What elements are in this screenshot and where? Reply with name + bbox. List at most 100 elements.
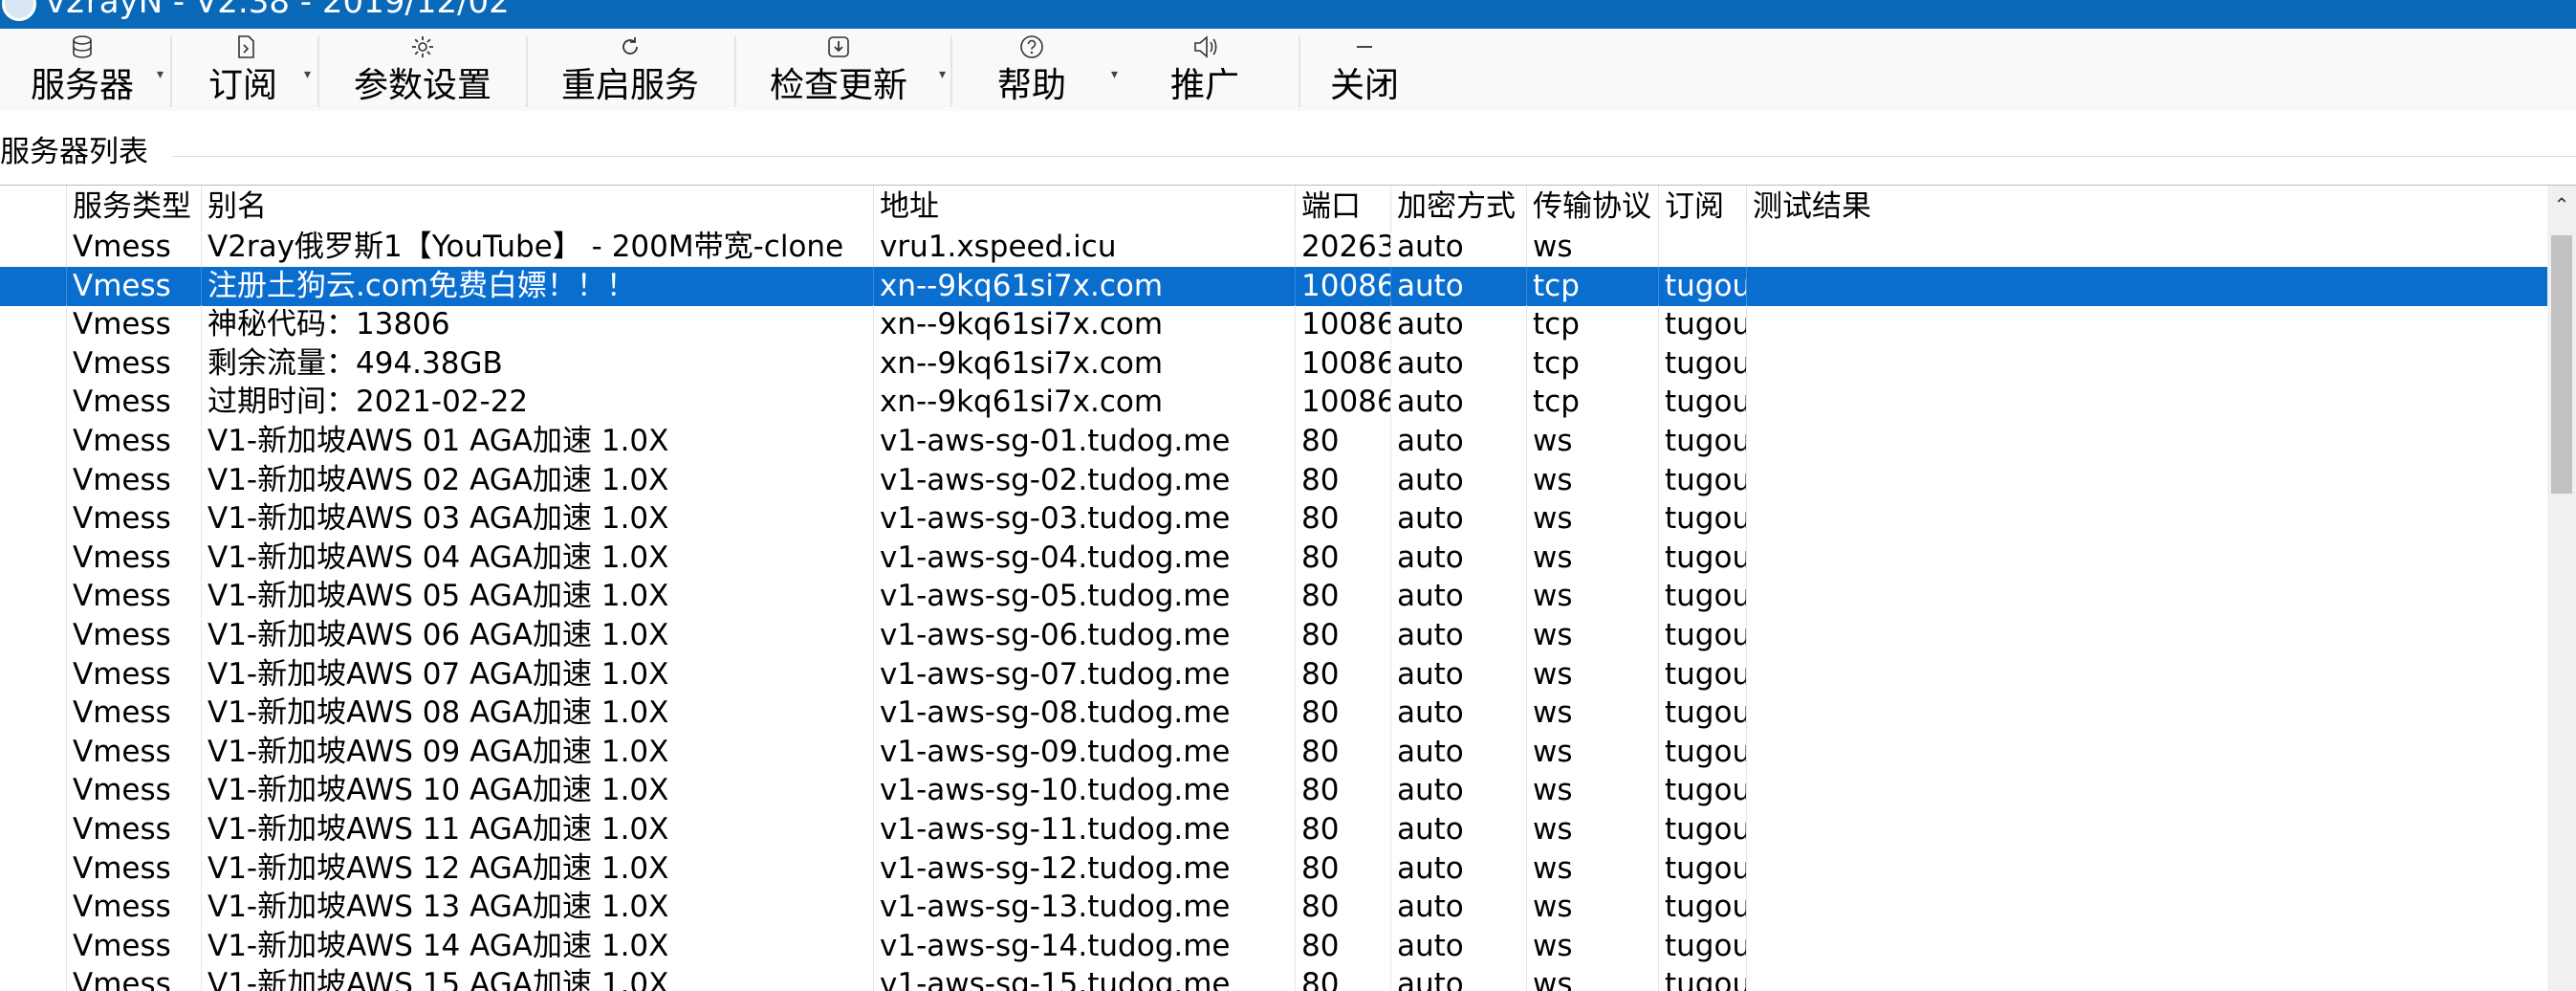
chevron-down-icon: ▾ xyxy=(1111,67,1119,82)
cell-transport: ws xyxy=(1527,499,1659,540)
cell-type: Vmess xyxy=(67,383,202,423)
cell-alias: V1-新加坡AWS 01 AGA加速 1.0X xyxy=(202,422,874,461)
cell-type: Vmess xyxy=(67,228,202,267)
cell-test-result xyxy=(1747,733,2547,772)
cell-test-result xyxy=(1747,228,2547,267)
row-gutter xyxy=(0,343,67,384)
cell-type: Vmess xyxy=(67,305,202,345)
cell-transport: ws xyxy=(1527,771,1659,811)
table-row[interactable]: Vmess 剩余流量：494.38GB xn--9kq61si7x.com 10086… xyxy=(0,343,2547,384)
toolbar-help-button[interactable]: 帮助 ▾ xyxy=(954,29,1118,111)
table-row[interactable]: Vmess V1-新加坡AWS 08 AGA加速 1.0X v1-aws-sg-08… xyxy=(0,694,2547,734)
cell-transport: ws xyxy=(1527,654,1659,694)
column-header-transport[interactable]: 传输协议 xyxy=(1527,186,1659,228)
table-row[interactable]: Vmess 注册土狗云.com免费白嫖！！！ xn--9kq61si7x.com 10… xyxy=(0,266,2547,306)
scroll-up-arrow-icon[interactable]: ⌃ xyxy=(2547,186,2576,224)
toolbar-restart-button[interactable]: 重启服务 xyxy=(530,29,731,111)
cell-alias: V2ray俄罗斯1【YouTube】 - 200M带宽-clone xyxy=(202,228,874,267)
cell-type: Vmess xyxy=(67,888,202,928)
cell-alias: V1-新加坡AWS 02 AGA加速 1.0X xyxy=(202,460,874,500)
row-gutter xyxy=(0,771,67,811)
column-header-test-result[interactable]: 测试结果 xyxy=(1747,186,2547,228)
table-row[interactable]: Vmess V1-新加坡AWS 13 AGA加速 1.0X v1-aws-sg-13… xyxy=(0,888,2547,928)
cell-type: Vmess xyxy=(67,810,202,849)
toolbar-check-update-button[interactable]: 检查更新 ▾ xyxy=(738,29,946,111)
cell-port: 10086 xyxy=(1296,305,1391,345)
table-row[interactable]: Vmess V1-新加坡AWS 06 AGA加速 1.0X v1-aws-sg-06… xyxy=(0,616,2547,655)
toolbar-settings-button[interactable]: 参数设置 xyxy=(321,29,524,111)
column-header-address[interactable]: 地址 xyxy=(874,186,1296,228)
database-icon xyxy=(73,35,92,58)
table-row[interactable]: Vmess V1-新加坡AWS 15 AGA加速 1.0X v1-aws-sg-15… xyxy=(0,965,2547,991)
server-list[interactable]: 服务类型 别名 地址 端口 加密方式 传输协议 订阅 测试结果 Vmess V2r… xyxy=(0,185,2576,991)
table-row[interactable]: Vmess V1-新加坡AWS 09 AGA加速 1.0X v1-aws-sg-09… xyxy=(0,732,2547,772)
table-row[interactable]: Vmess V1-新加坡AWS 03 AGA加速 1.0X v1-aws-sg-03… xyxy=(0,499,2547,540)
cell-port: 20263 xyxy=(1296,228,1391,267)
toolbar-promote-button[interactable]: 推广 xyxy=(1119,29,1291,111)
cell-test-result xyxy=(1747,344,2547,384)
column-header-encryption[interactable]: 加密方式 xyxy=(1391,186,1527,228)
scrollbar-thumb[interactable] xyxy=(2551,235,2572,494)
table-row[interactable]: Vmess V1-新加坡AWS 10 AGA加速 1.0X v1-aws-sg-10… xyxy=(0,771,2547,811)
cell-encryption: auto xyxy=(1391,577,1527,617)
cell-subscription: tugou xyxy=(1659,694,1747,734)
table-row[interactable]: Vmess V1-新加坡AWS 02 AGA加速 1.0X v1-aws-sg-02… xyxy=(0,460,2547,500)
cell-type: Vmess xyxy=(67,771,202,811)
cell-subscription: tugou xyxy=(1659,499,1747,540)
cell-address: v1-aws-sg-15.tudog.me xyxy=(874,965,1296,991)
cell-port: 80 xyxy=(1296,848,1391,889)
minimize-icon xyxy=(1357,46,1372,48)
row-gutter xyxy=(0,848,67,889)
table-row[interactable]: Vmess V2ray俄罗斯1【YouTube】 - 200M带宽-clone vr… xyxy=(0,228,2547,267)
cell-encryption: auto xyxy=(1391,694,1527,734)
cell-test-result xyxy=(1747,539,2547,578)
row-gutter xyxy=(0,499,67,540)
table-row[interactable]: Vmess V1-新加坡AWS 14 AGA加速 1.0X v1-aws-sg-14… xyxy=(0,926,2547,966)
table-row[interactable]: Vmess V1-新加坡AWS 01 AGA加速 1.0X v1-aws-sg-01… xyxy=(0,422,2547,461)
cell-type: Vmess xyxy=(67,848,202,889)
toolbar-subscription-label: 订阅 xyxy=(207,66,277,105)
table-row[interactable]: Vmess V1-新加坡AWS 07 AGA加速 1.0X v1-aws-sg-07… xyxy=(0,654,2547,694)
cell-type: Vmess xyxy=(67,926,202,966)
cell-test-result xyxy=(1747,927,2547,966)
column-header-type[interactable]: 服务类型 xyxy=(67,186,202,228)
cell-port: 80 xyxy=(1296,771,1391,811)
toolbar-servers-button[interactable]: 服务器 ▾ xyxy=(0,29,164,111)
cell-subscription: tugou xyxy=(1659,460,1747,500)
cell-alias: 过期时间：2021-02-22 xyxy=(202,383,874,423)
column-header-port[interactable]: 端口 xyxy=(1296,186,1391,228)
row-gutter xyxy=(0,654,67,694)
cell-transport: tcp xyxy=(1527,343,1659,384)
cell-transport: ws xyxy=(1527,422,1659,461)
column-header-alias[interactable]: 别名 xyxy=(202,186,874,228)
row-gutter xyxy=(0,694,67,734)
cell-alias: V1-新加坡AWS 11 AGA加速 1.0X xyxy=(202,810,874,849)
row-gutter xyxy=(0,888,67,928)
vertical-scrollbar[interactable]: ⌃ xyxy=(2547,186,2576,991)
toolbar-close-button[interactable]: 关闭 xyxy=(1302,29,1427,111)
cell-port: 10086 xyxy=(1296,383,1391,423)
cell-alias: 剩余流量：494.38GB xyxy=(202,343,874,384)
cell-alias: V1-新加坡AWS 10 AGA加速 1.0X xyxy=(202,771,874,811)
cell-subscription: tugou xyxy=(1659,848,1747,889)
table-row[interactable]: Vmess V1-新加坡AWS 11 AGA加速 1.0X v1-aws-sg-11… xyxy=(0,810,2547,849)
cell-type: Vmess xyxy=(67,499,202,540)
table-row[interactable]: Vmess V1-新加坡AWS 12 AGA加速 1.0X v1-aws-sg-12… xyxy=(0,848,2547,889)
cell-encryption: auto xyxy=(1391,654,1527,694)
cell-address: v1-aws-sg-12.tudog.me xyxy=(874,848,1296,889)
table-row[interactable]: Vmess 过期时间：2021-02-22 xn--9kq61si7x.com 100… xyxy=(0,383,2547,423)
table-row[interactable]: Vmess 神秘代码：13806 xn--9kq61si7x.com 10086 aut… xyxy=(0,305,2547,345)
row-gutter xyxy=(0,460,67,500)
row-gutter xyxy=(0,228,67,267)
cell-type: Vmess xyxy=(67,538,202,578)
toolbar-separator xyxy=(950,36,952,107)
cell-alias: V1-新加坡AWS 14 AGA加速 1.0X xyxy=(202,926,874,966)
toolbar-servers-label: 服务器 xyxy=(30,66,134,105)
cell-address: v1-aws-sg-14.tudog.me xyxy=(874,926,1296,966)
toolbar-subscription-button[interactable]: 订阅 ▾ xyxy=(174,29,317,111)
cell-type: Vmess xyxy=(67,460,202,500)
table-row[interactable]: Vmess V1-新加坡AWS 05 AGA加速 1.0X v1-aws-sg-05… xyxy=(0,577,2547,617)
column-header-blank[interactable] xyxy=(0,186,67,228)
table-row[interactable]: Vmess V1-新加坡AWS 04 AGA加速 1.0X v1-aws-sg-04… xyxy=(0,538,2547,578)
column-header-subscription[interactable]: 订阅 xyxy=(1659,186,1747,228)
